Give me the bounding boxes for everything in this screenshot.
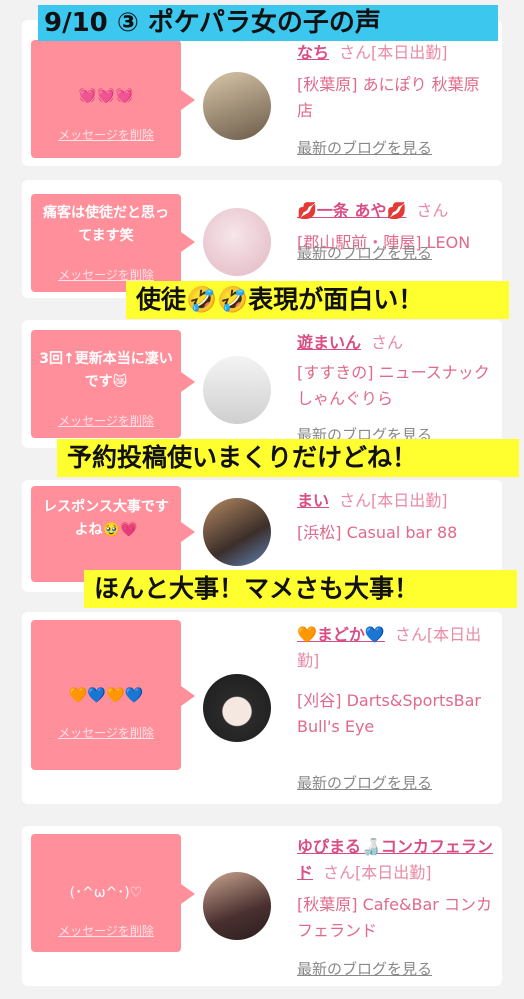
overlay-caption: ほんと大事！マメさも大事！ xyxy=(84,570,517,608)
girl-name-link[interactable]: 💋一条 あや💋 xyxy=(297,201,406,220)
message-card: 3回↑更新本当に凄いです😿 メッセージを削除 遊まいん さん [すすきの] ニュー… xyxy=(22,320,502,448)
message-bubble: レスポンス大事ですよね🥹💗 xyxy=(31,486,195,582)
message-text: 💓💓💓 xyxy=(77,86,135,104)
avatar[interactable] xyxy=(203,674,271,742)
latest-blog-link[interactable]: 最新のブログを見る xyxy=(297,137,432,158)
page-title: 9/10 ③ ポケパラ女の子の声 xyxy=(38,5,498,41)
girl-name-link[interactable]: 🧡まどか💙 xyxy=(297,625,385,644)
avatar[interactable] xyxy=(203,356,271,424)
shop-name: [すすきの] ニュースナックしゃんぐりら xyxy=(297,363,490,408)
message-bubble: 3回↑更新本当に凄いです😿 メッセージを削除 xyxy=(31,330,195,438)
shop-name: [刈谷] Darts&SportsBar Bull's Eye xyxy=(297,691,482,736)
avatar[interactable] xyxy=(203,498,271,566)
status-text: さん[本日出勤] xyxy=(339,491,448,510)
girl-name-link[interactable]: なち xyxy=(297,43,329,62)
shop-name: [秋葉原] Cafe&Bar コンカフェランド xyxy=(297,895,492,940)
avatar[interactable] xyxy=(203,872,271,940)
status-text: さん xyxy=(416,201,449,220)
message-card: 💓💓💓 メッセージを削除 なち さん[本日出勤] [秋葉原] あにぽり 秋葉原店 … xyxy=(22,20,502,166)
avatar[interactable] xyxy=(203,208,271,276)
message-bubble: 💓💓💓 メッセージを削除 xyxy=(31,40,195,158)
latest-blog-link[interactable]: 最新のブログを見る xyxy=(297,958,432,979)
message-text: 3回↑更新本当に凄いです😿 xyxy=(39,351,173,390)
message-bubble: 痛客は使徒だと思ってます笑 メッセージを削除 xyxy=(31,194,195,292)
message-text: (･^ω^･)♡ xyxy=(69,885,143,901)
avatar[interactable] xyxy=(203,72,271,140)
message-card: (･^ω^･)♡ メッセージを削除 ゆぴまる🍶コンカフェランド さん[本日出勤] … xyxy=(22,826,502,986)
message-card: 🧡💙🧡💙 メッセージを削除 🧡まどか💙 さん[本日出勤] [刈谷] Darts&S… xyxy=(22,612,502,804)
message-bubble: 🧡💙🧡💙 メッセージを削除 xyxy=(31,620,195,770)
latest-blog-link[interactable]: 最新のブログを見る xyxy=(297,772,432,793)
status-text: さん xyxy=(371,333,404,352)
message-text: 🧡💙🧡💙 xyxy=(68,686,144,704)
overlay-caption: 予約投稿使いまくりだけどね！ xyxy=(57,439,519,477)
delete-message-link[interactable]: メッセージを削除 xyxy=(31,724,181,741)
girl-name-link[interactable]: まい xyxy=(297,491,329,510)
status-text: さん[本日出勤] xyxy=(323,863,432,882)
delete-message-link[interactable]: メッセージを削除 xyxy=(31,922,181,939)
message-bubble: (･^ω^･)♡ メッセージを削除 xyxy=(31,834,195,952)
girl-name-link[interactable]: 遊まいん xyxy=(297,333,361,352)
delete-message-link[interactable]: メッセージを削除 xyxy=(31,412,181,429)
message-text: 痛客は使徒だと思ってます笑 xyxy=(43,205,169,244)
message-text: レスポンス大事ですよね🥹💗 xyxy=(43,499,169,538)
shop-name: [秋葉原] あにぽり 秋葉原店 xyxy=(297,75,480,120)
delete-message-link[interactable]: メッセージを削除 xyxy=(31,126,181,143)
status-text: さん[本日出勤] xyxy=(339,43,448,62)
overlay-caption: 使徒🤣🤣表現が面白い！ xyxy=(126,281,509,319)
latest-blog-link[interactable]: 最新のブログを見る xyxy=(297,242,432,263)
shop-name: [浜松] Casual bar 88 xyxy=(297,523,458,542)
